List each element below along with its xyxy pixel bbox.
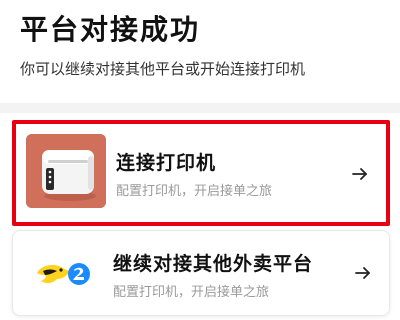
printer-icon <box>26 134 106 208</box>
page-title: 平台对接成功 <box>20 13 201 46</box>
arrow-right-icon <box>353 263 373 283</box>
delivery-platform-logo-icon <box>23 237 103 311</box>
option-subtitle: 配置打印机，开启接单之旅 <box>116 184 273 199</box>
connect-other-platform-option[interactable]: 继续对接其他外卖平台 配置打印机，开启接单之旅 <box>12 230 390 316</box>
option-title: 连接打印机 <box>116 152 217 174</box>
section-divider <box>0 103 400 113</box>
option-subtitle: 配置打印机，开启接单之旅 <box>113 285 270 300</box>
arrow-right-icon <box>350 164 370 184</box>
page: 平台对接成功 你可以继续对接其他平台或开始连接打印机 连接打印机 配置打印机，开… <box>0 0 400 320</box>
connect-printer-option[interactable]: 连接打印机 配置打印机，开启接单之旅 <box>12 120 390 226</box>
page-subtitle: 你可以继续对接其他平台或开始连接打印机 <box>20 60 306 78</box>
option-title: 继续对接其他外卖平台 <box>113 253 314 275</box>
